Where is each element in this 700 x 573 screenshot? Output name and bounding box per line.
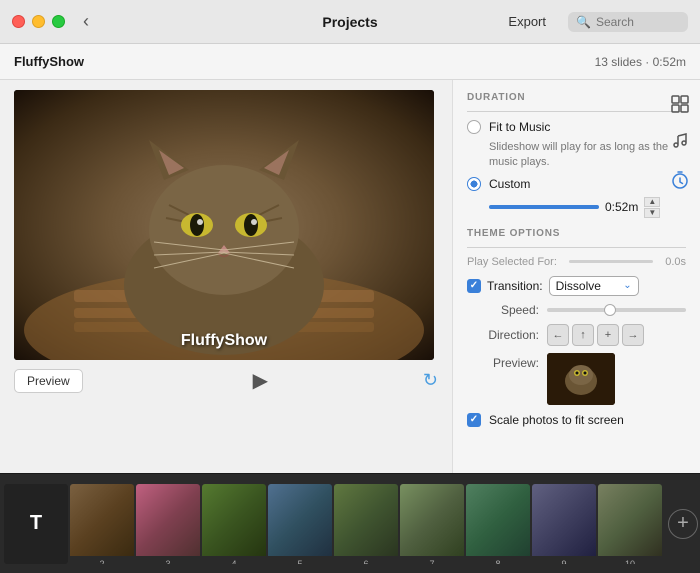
film-number-10: 10 [598, 556, 662, 564]
play-selected-track[interactable] [569, 260, 653, 263]
transition-value: Dissolve [556, 279, 601, 293]
theme-section-title: THEME OPTIONS [467, 228, 686, 239]
divider-1 [467, 111, 686, 112]
film-thumb-10[interactable]: 10 [598, 484, 662, 564]
direction-label: Direction: [467, 328, 539, 342]
stepper-down[interactable]: ▼ [644, 208, 660, 218]
close-button[interactable] [12, 15, 25, 28]
video-controls: Preview ▶ ↻ [14, 368, 438, 393]
speed-label: Speed: [467, 303, 539, 317]
film-thumb-6[interactable]: 6 [334, 484, 398, 564]
play-selected-val: 0.0s [665, 256, 686, 268]
transition-checkbox[interactable]: ✓ [467, 279, 481, 293]
check-icon: ✓ [470, 280, 478, 291]
custom-label: Custom [489, 177, 530, 191]
film-number-2: 2 [70, 556, 134, 564]
search-bar: 🔍 [568, 12, 688, 32]
direction-row: Direction: ← ↑ + → [467, 324, 686, 346]
chevron-down-icon: ⌄ [623, 280, 631, 291]
filmstrip: T 1 2 3 4 5 6 7 8 9 10 + [0, 473, 700, 573]
window-title: Projects [322, 14, 377, 30]
right-panel: DURATION Fit to Music Slideshow will pla… [452, 80, 700, 473]
add-slide-button[interactable]: + [668, 509, 698, 539]
project-meta: 13 slides · 0:52m [595, 55, 686, 69]
layout-icon-button[interactable] [666, 90, 694, 118]
project-bar: FluffyShow 13 slides · 0:52m [0, 44, 700, 80]
fit-to-music-label: Fit to Music [489, 120, 550, 134]
cycle-button[interactable]: ↻ [423, 370, 438, 391]
dir-up-button[interactable]: ↑ [572, 324, 594, 346]
stepper-up[interactable]: ▲ [644, 197, 660, 207]
export-button[interactable]: Export [498, 10, 556, 33]
project-name: FluffyShow [14, 54, 84, 69]
search-input[interactable] [596, 15, 676, 29]
speed-row: Speed: [467, 303, 686, 317]
custom-row: Custom [467, 177, 686, 191]
custom-radio[interactable] [467, 177, 481, 191]
fit-to-music-sub: Slideshow will play for as long as the m… [489, 140, 686, 171]
scale-checkbox[interactable]: ✓ [467, 413, 481, 427]
preview-thumbnail-row: Preview: [467, 353, 686, 405]
speed-slider[interactable] [547, 308, 686, 312]
film-number-3: 3 [136, 556, 200, 564]
minimize-button[interactable] [32, 15, 45, 28]
duration-value: 0:52m [605, 200, 638, 214]
film-number-6: 6 [334, 556, 398, 564]
play-selected-row: Play Selected For: 0.0s [467, 256, 686, 268]
film-thumb-1[interactable]: T 1 [4, 484, 68, 564]
film-number-4: 4 [202, 556, 266, 564]
film-thumb-5[interactable]: 5 [268, 484, 332, 564]
title-icon: T [30, 512, 42, 535]
dir-left-button[interactable]: ← [547, 324, 569, 346]
speed-thumb [604, 304, 616, 316]
divider-2 [467, 247, 686, 248]
titlebar-actions: Export 🔍 [498, 10, 688, 33]
search-icon: 🔍 [576, 15, 591, 29]
video-container: FluffyShow [14, 90, 434, 360]
right-panel-wrapper: DURATION Fit to Music Slideshow will pla… [452, 80, 700, 473]
film-number-5: 5 [268, 556, 332, 564]
preview-thumbnail [547, 353, 615, 405]
duration-value-row: 0:52m ▲ ▼ [489, 197, 686, 218]
preview-area: FluffyShow Preview ▶ ↻ [0, 80, 452, 473]
direction-buttons: ← ↑ + → [547, 324, 644, 346]
side-icons [666, 90, 694, 194]
film-thumb-2[interactable]: 2 [70, 484, 134, 564]
scale-check-icon: ✓ [470, 414, 478, 425]
transition-row: ✓ Transition: Dissolve ⌄ [467, 276, 686, 296]
music-icon-button[interactable] [666, 128, 694, 156]
film-number-7: 7 [400, 556, 464, 564]
duration-section-title: DURATION [467, 92, 686, 103]
transition-dropdown[interactable]: Dissolve ⌄ [549, 276, 639, 296]
film-thumb-7[interactable]: 7 [400, 484, 464, 564]
timer-icon-button[interactable] [666, 166, 694, 194]
preview-button[interactable]: Preview [14, 369, 83, 393]
fit-to-music-row: Fit to Music [467, 120, 686, 134]
transition-label: Transition: [487, 279, 543, 293]
back-button[interactable]: ‹ [79, 11, 93, 32]
slide-label: FluffyShow [181, 332, 267, 350]
film-thumb-4[interactable]: 4 [202, 484, 266, 564]
scale-row: ✓ Scale photos to fit screen [467, 413, 686, 427]
film-thumb-3[interactable]: 3 [136, 484, 200, 564]
dir-right-button[interactable]: → [622, 324, 644, 346]
duration-slider[interactable] [489, 205, 599, 209]
scale-label: Scale photos to fit screen [489, 413, 624, 427]
film-thumb-9[interactable]: 9 [532, 484, 596, 564]
preview-label: Preview: [467, 353, 539, 370]
dir-down-button[interactable]: + [597, 324, 619, 346]
fit-to-music-radio[interactable] [467, 120, 481, 134]
film-thumb-8[interactable]: 8 [466, 484, 530, 564]
main-area: FluffyShow Preview ▶ ↻ DURATION Fit to M… [0, 80, 700, 473]
duration-stepper: ▲ ▼ [644, 197, 660, 218]
play-selected-label: Play Selected For: [467, 256, 557, 268]
traffic-lights [12, 15, 65, 28]
film-number-8: 8 [466, 556, 530, 564]
fullscreen-button[interactable] [52, 15, 65, 28]
titlebar: ‹ Projects Export 🔍 [0, 0, 700, 44]
play-button[interactable]: ▶ [253, 368, 268, 393]
film-number-9: 9 [532, 556, 596, 564]
